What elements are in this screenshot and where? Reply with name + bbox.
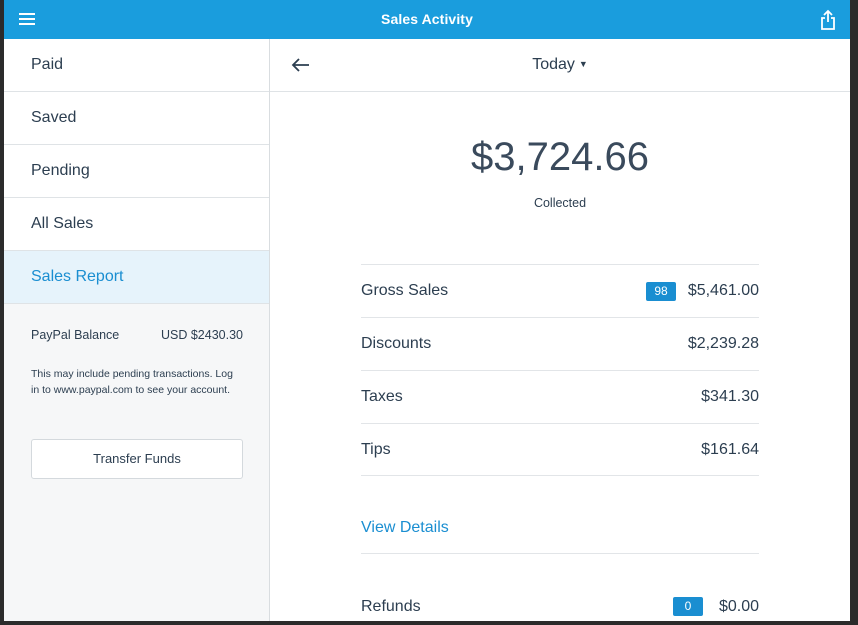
sidebar-item-sales-report[interactable]: Sales Report	[4, 251, 269, 304]
period-selector[interactable]: Today ▼	[270, 56, 850, 74]
sidebar-item-label: All Sales	[31, 215, 94, 232]
balance-value: USD $2430.30	[160, 328, 243, 342]
summary-row-taxes: Taxes $341.30	[361, 370, 759, 423]
row-label: Gross Sales	[361, 282, 449, 299]
main-panel: Today ▼ $3,724.66 Collected Gross Sales 9…	[270, 39, 850, 621]
row-label: Taxes	[361, 388, 403, 405]
row-value: $2,239.28	[687, 335, 759, 352]
row-label: Refunds	[361, 598, 421, 615]
balance-label: PayPal Balance	[31, 328, 120, 342]
row-value: $341.30	[701, 388, 759, 405]
summary-row-tips: Tips $161.64	[361, 423, 759, 476]
summary-list: Gross Sales 98 $5,461.00 Discounts $2,23…	[361, 264, 759, 476]
balance-note: This may include pending transactions. L…	[31, 368, 233, 396]
period-label: Today	[532, 56, 575, 73]
sub-header: Today ▼	[270, 39, 850, 92]
sidebar-item-pending[interactable]: Pending	[4, 145, 269, 198]
sidebar-item-all-sales[interactable]: All Sales	[4, 198, 269, 251]
page-title: Sales Activity	[381, 11, 473, 27]
sidebar-item-label: Saved	[31, 109, 77, 126]
paypal-balance: PayPal Balance USD $2430.30	[31, 328, 243, 342]
caret-down-icon: ▼	[578, 59, 588, 69]
summary-row-discounts: Discounts $2,239.28	[361, 317, 759, 370]
collected-label: Collected	[533, 196, 587, 210]
row-value: $161.64	[701, 441, 759, 458]
divider	[361, 553, 759, 554]
sidebar-item-saved[interactable]: Saved	[4, 92, 269, 145]
row-label: Tips	[361, 441, 391, 458]
count-badge: 0	[673, 597, 703, 616]
summary-row-refunds: Refunds 0 $0.00	[361, 597, 759, 621]
row-value: $0.00	[718, 598, 759, 615]
summary-row-gross-sales: Gross Sales 98 $5,461.00	[361, 264, 759, 317]
sidebar-item-label: Paid	[31, 56, 64, 73]
transfer-funds-button[interactable]: Transfer Funds	[31, 439, 243, 479]
app-window: Sales Activity Paid Saved Pending All Sa…	[4, 0, 850, 621]
top-bar: Sales Activity	[4, 0, 850, 39]
view-details-link[interactable]: View Details	[361, 519, 449, 537]
row-value: $5,461.00	[687, 282, 759, 299]
row-label: Discounts	[361, 335, 432, 352]
share-icon[interactable]	[818, 9, 838, 31]
sidebar-item-label: Pending	[31, 162, 90, 179]
sidebar-item-label: Sales Report	[31, 268, 124, 285]
collected-amount: $3,724.66	[471, 135, 649, 179]
sidebar: Paid Saved Pending All Sales Sales Repor…	[4, 39, 270, 621]
sidebar-item-paid[interactable]: Paid	[4, 39, 269, 92]
count-badge: 98	[646, 282, 676, 301]
